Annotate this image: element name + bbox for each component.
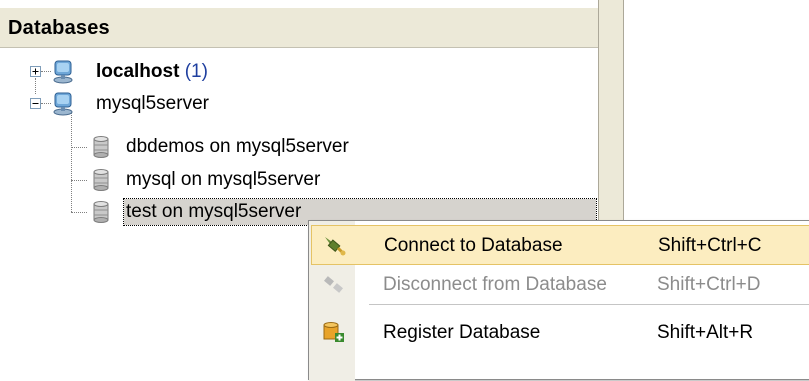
tree-node-mysql5server[interactable]: mysql5server (0, 88, 598, 120)
context-menu: Connect to Database Shift+Ctrl+C Disconn… (308, 220, 809, 381)
node-count: (1) (184, 61, 208, 82)
menu-item-label: Disconnect from Database (383, 274, 607, 295)
menu-item-shortcut: Shift+Alt+R (657, 322, 754, 343)
menu-item-label: Register Database (383, 322, 541, 343)
plug-connect-icon (322, 234, 348, 264)
expand-plus-icon[interactable] (30, 66, 41, 77)
menu-item-label: Connect to Database (384, 235, 563, 256)
collapse-minus-icon[interactable] (30, 98, 41, 109)
menu-item-shortcut: Shift+Ctrl+D (657, 274, 761, 295)
menu-item-disconnect[interactable]: Disconnect from Database Shift+Ctrl+D (311, 265, 809, 305)
node-label: mysql on mysql5server (126, 169, 321, 190)
plug-disconnect-icon (321, 273, 347, 303)
tree-node-database[interactable]: dbdemos on mysql5server (0, 131, 598, 163)
tree-node-localhost[interactable]: localhost (1) (0, 56, 598, 88)
database-register-icon (321, 321, 347, 351)
menu-separator (369, 304, 809, 305)
menu-item-register[interactable]: Register Database Shift+Alt+R (311, 313, 809, 353)
database-icon (92, 201, 110, 234)
tree-node-database[interactable]: mysql on mysql5server (0, 164, 598, 196)
node-label: localhost (96, 61, 180, 82)
panel-title: Databases (0, 8, 598, 48)
server-icon (52, 92, 74, 127)
node-label: dbdemos on mysql5server (126, 136, 349, 157)
node-label: mysql5server (96, 93, 209, 114)
menu-item-shortcut: Shift+Ctrl+C (658, 235, 762, 256)
menu-item-connect[interactable]: Connect to Database Shift+Ctrl+C (311, 225, 809, 265)
